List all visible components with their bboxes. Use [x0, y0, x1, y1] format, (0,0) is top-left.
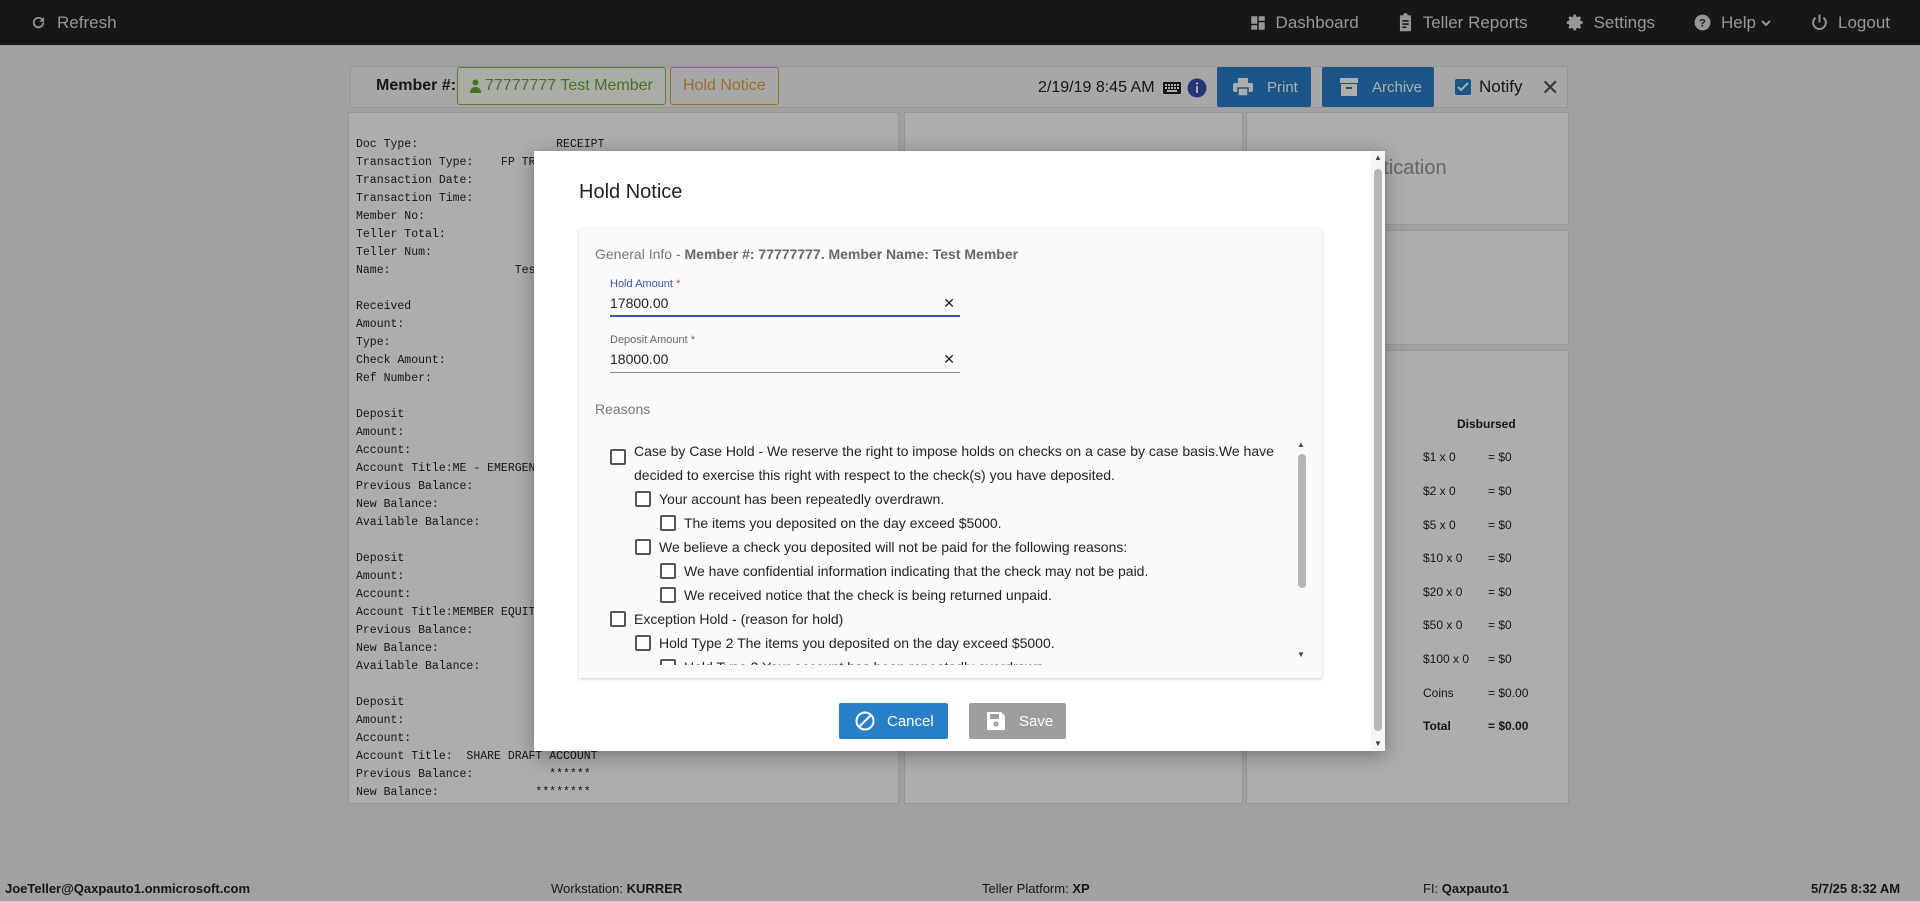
clear-icon[interactable]: ✕: [943, 295, 955, 312]
cancel-label: Cancel: [887, 712, 934, 730]
checkbox[interactable]: [660, 659, 676, 665]
scroll-up-icon[interactable]: ▲: [1374, 153, 1382, 162]
dialog-scrollbar[interactable]: ▲ ▼: [1371, 151, 1385, 751]
checkbox[interactable]: [660, 563, 676, 579]
clear-icon[interactable]: ✕: [943, 351, 955, 368]
reason-checkbox-item[interactable]: Hold Type 2 The items you deposited on t…: [635, 631, 1055, 655]
reasons-list: Case by Case Hold - We reserve the right…: [595, 440, 1307, 665]
reason-checkbox-item[interactable]: Case by Case Hold - We reserve the right…: [610, 440, 1274, 487]
scrollbar-thumb[interactable]: [1298, 454, 1306, 588]
save-button[interactable]: Save: [969, 703, 1066, 739]
checkbox[interactable]: [660, 587, 676, 603]
general-info-card: General Info - Member #: 77777777. Membe…: [579, 228, 1322, 678]
cancel-button[interactable]: Cancel: [839, 703, 948, 739]
hold-amount-input[interactable]: 17800.00 ✕: [610, 295, 960, 317]
checkbox[interactable]: [635, 539, 651, 555]
reason-checkbox-item[interactable]: We received notice that the check is bei…: [660, 583, 1052, 607]
reason-checkbox-item[interactable]: We have confidential information indicat…: [660, 559, 1148, 583]
reason-checkbox-item[interactable]: Exception Hold - (reason for hold): [610, 607, 843, 631]
scroll-down-icon[interactable]: ▼: [1297, 650, 1305, 659]
hold-amount-label: Hold Amount *: [610, 278, 681, 290]
deposit-amount-input[interactable]: 18000.00 ✕: [610, 351, 960, 373]
deposit-amount-label: Deposit Amount *: [610, 334, 695, 346]
reason-checkbox-item[interactable]: We believe a check you deposited will no…: [635, 535, 1127, 559]
reason-checkbox-item[interactable]: Your account has been repeatedly overdra…: [635, 487, 944, 511]
reasons-scrollbar[interactable]: ▲ ▼: [1295, 440, 1307, 665]
general-info-header: General Info - Member #: 77777777. Membe…: [595, 246, 1019, 262]
deposit-amount-field[interactable]: Deposit Amount * 18000.00 ✕: [610, 334, 960, 373]
checkbox[interactable]: [610, 611, 626, 627]
scroll-up-icon[interactable]: ▲: [1297, 440, 1305, 449]
save-label: Save: [1019, 712, 1054, 730]
scroll-down-icon[interactable]: ▼: [1374, 739, 1382, 748]
reason-checkbox-item[interactable]: Hold Type 3 Your account has been repeat…: [660, 655, 1047, 665]
checkbox[interactable]: [635, 491, 651, 507]
checkbox[interactable]: [635, 635, 651, 651]
reasons-label: Reasons: [595, 401, 651, 417]
hold-notice-dialog: Hold Notice General Info - Member #: 777…: [534, 151, 1385, 751]
save-icon: [987, 712, 1005, 730]
checkbox[interactable]: [660, 515, 676, 531]
hold-amount-field[interactable]: Hold Amount * 17800.00 ✕: [610, 278, 960, 317]
reason-checkbox-item[interactable]: The items you deposited on the day excee…: [660, 511, 1002, 535]
checkbox[interactable]: [610, 449, 626, 465]
dialog-title: Hold Notice: [579, 181, 683, 203]
cancel-icon: [855, 711, 875, 731]
scrollbar-thumb[interactable]: [1374, 169, 1382, 731]
